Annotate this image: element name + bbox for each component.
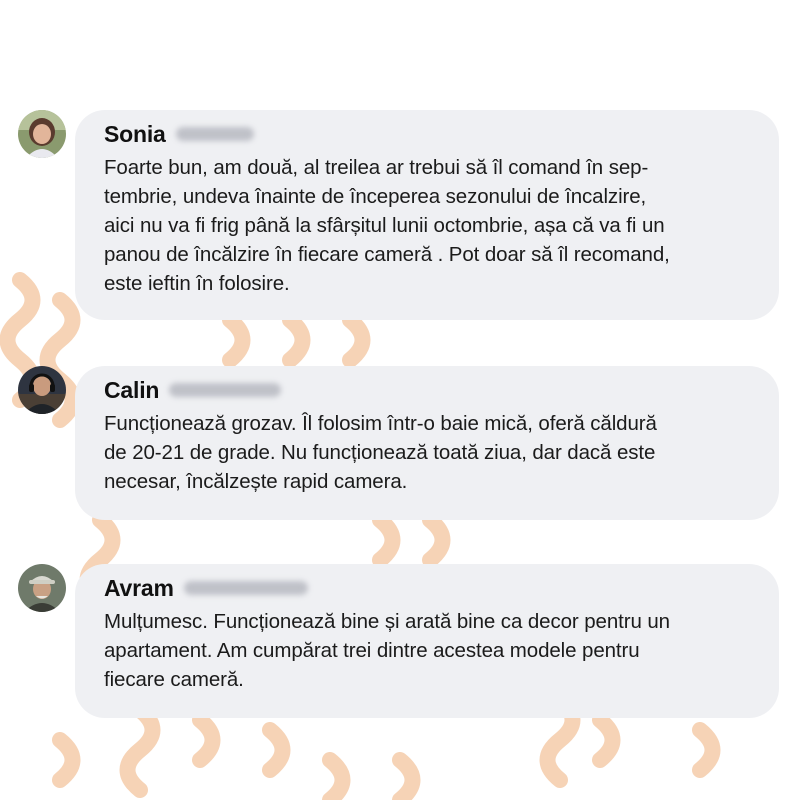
avatar-photo-woman-icon xyxy=(18,110,66,158)
blurred-surname xyxy=(183,581,308,595)
commenter-name[interactable]: Avram xyxy=(104,575,174,602)
comment-text: Funcționează grozav. Îl folosim într-o b… xyxy=(104,412,657,493)
comment-text: Mulțumesc. Funcționează bine și arată bi… xyxy=(104,610,670,691)
commenter-name[interactable]: Sonia xyxy=(104,121,166,148)
avatar-photo-man-cap-icon xyxy=(18,564,66,612)
comment-bubble: Avram Mulțumesc. Funcționează bine și ar… xyxy=(75,564,779,718)
avatar-photo-man-headphones-icon xyxy=(18,366,66,414)
avatar[interactable] xyxy=(18,366,66,414)
avatar[interactable] xyxy=(18,564,66,612)
comment-bubble: Sonia Foarte bun, am două, al treilea ar… xyxy=(75,110,779,320)
blurred-surname xyxy=(169,383,282,397)
comment-bubble: Calin Funcționează grozav. Îl folosim în… xyxy=(75,366,779,520)
comment-text: Foarte bun, am două, al treilea ar trebu… xyxy=(104,156,670,295)
commenter-name[interactable]: Calin xyxy=(104,377,159,404)
avatar[interactable] xyxy=(18,110,66,158)
blurred-surname xyxy=(175,127,254,141)
